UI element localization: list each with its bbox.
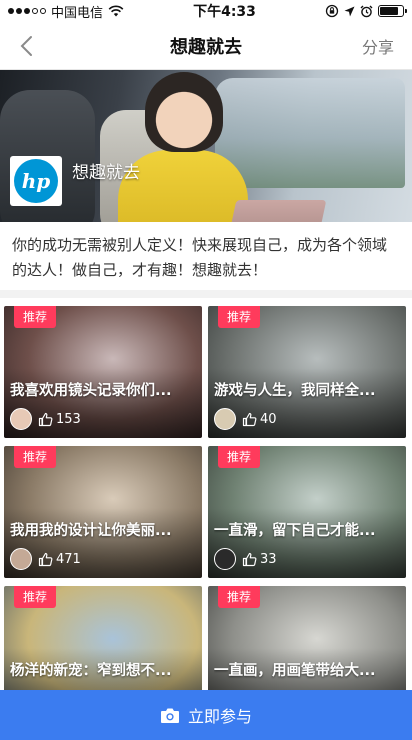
video-card[interactable]: 推荐我用我的设计让你美丽... 471 xyxy=(4,446,202,578)
signal-strength-icon xyxy=(8,8,46,14)
status-right xyxy=(325,4,407,18)
card-meta: 40 xyxy=(214,408,277,430)
like-counter[interactable]: 40 xyxy=(242,412,277,427)
author-avatar[interactable] xyxy=(214,548,236,570)
recommended-badge: 推荐 xyxy=(14,446,57,468)
hp-logo-icon: hp xyxy=(14,159,58,203)
recommended-badge: 推荐 xyxy=(218,446,261,468)
status-time: 下午4:33 xyxy=(193,4,256,20)
share-button[interactable]: 分享 xyxy=(362,34,394,58)
thumbs-up-icon xyxy=(38,412,53,426)
page-title: 想趣就去 xyxy=(170,36,242,58)
video-card[interactable]: 推荐我喜欢用镜头记录你们... 153 xyxy=(4,306,202,438)
like-counter[interactable]: 33 xyxy=(242,552,277,567)
like-count: 40 xyxy=(260,411,277,427)
recommended-badge: 推荐 xyxy=(14,306,57,328)
thumbs-up-icon xyxy=(242,552,257,566)
thumbs-up-icon xyxy=(38,552,53,566)
status-left: 中国电信 xyxy=(8,2,124,21)
author-avatar[interactable] xyxy=(214,408,236,430)
video-card[interactable]: 推荐游戏与人生，我同样全... 40 xyxy=(208,306,406,438)
join-button[interactable]: 立即参与 xyxy=(0,690,412,740)
video-title: 一直画，用画笔带给大... xyxy=(214,663,376,679)
brand-logo[interactable]: hp xyxy=(10,156,62,206)
recommended-badge: 推荐 xyxy=(14,586,57,608)
video-title: 游戏与人生，我同样全... xyxy=(214,383,376,399)
chevron-left-icon xyxy=(20,36,32,56)
nav-bar: 想趣就去 分享 xyxy=(0,22,412,70)
like-counter[interactable]: 471 xyxy=(38,552,81,567)
video-title: 我用我的设计让你美丽... xyxy=(10,523,172,539)
alarm-icon xyxy=(360,5,373,17)
location-arrow-icon xyxy=(344,6,355,16)
banner-person-head xyxy=(145,72,223,152)
like-count: 33 xyxy=(260,551,277,567)
card-meta: 153 xyxy=(10,408,81,430)
status-bar: 中国电信 下午4:33 xyxy=(0,0,412,22)
card-meta: 33 xyxy=(214,548,277,570)
battery-icon xyxy=(378,5,407,17)
wifi-icon xyxy=(108,5,124,17)
battery-level xyxy=(380,7,398,15)
like-counter[interactable]: 153 xyxy=(38,412,81,427)
author-avatar[interactable] xyxy=(10,548,32,570)
thumbs-up-icon xyxy=(242,412,257,426)
video-title: 我喜欢用镜头记录你们... xyxy=(10,383,172,399)
topic-description: 你的成功无需被别人定义！快来展现自己，成为各个领域的达人！做自己，才有趣！想趣就… xyxy=(0,222,412,298)
video-card[interactable]: 推荐一直滑，留下自己才能... 33 xyxy=(208,446,406,578)
topic-banner: hp 想趣就去 xyxy=(0,70,412,222)
back-button[interactable] xyxy=(14,34,38,58)
carrier-name: 中国电信 xyxy=(51,5,104,21)
recommended-badge: 推荐 xyxy=(218,306,261,328)
join-label: 立即参与 xyxy=(187,707,252,726)
banner-car-window xyxy=(215,78,405,188)
video-title: 杨洋的新宠：窄到想不... xyxy=(10,663,172,679)
video-grid: 推荐 我喜欢用镜头记录你们... 153 推荐 游戏与人生，我同样全... 40 推荐 我用我… xyxy=(0,298,412,718)
card-meta: 471 xyxy=(10,548,81,570)
logo-text: hp xyxy=(21,169,51,193)
banner-laptop xyxy=(223,200,327,222)
like-count: 471 xyxy=(56,551,81,567)
orientation-lock-icon xyxy=(325,4,339,18)
brand-name: 想趣就去 xyxy=(72,163,140,183)
video-title: 一直滑，留下自己才能... xyxy=(214,523,376,539)
recommended-badge: 推荐 xyxy=(218,586,261,608)
author-avatar[interactable] xyxy=(10,408,32,430)
like-count: 153 xyxy=(56,411,81,427)
camera-icon xyxy=(160,708,179,723)
